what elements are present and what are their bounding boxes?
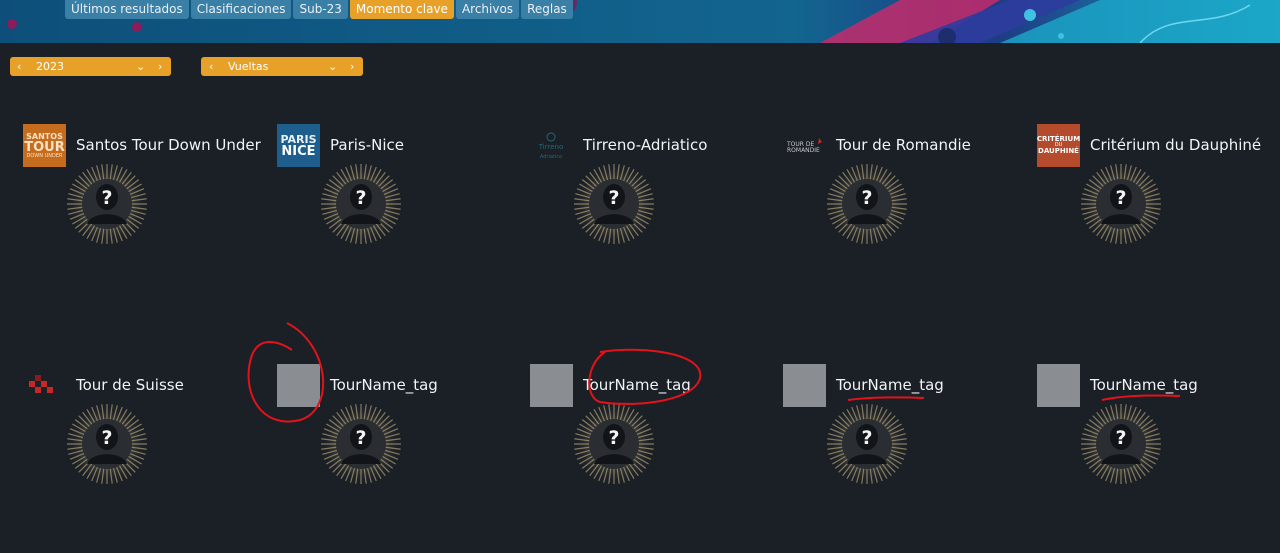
question-mark: ? bbox=[1115, 187, 1126, 209]
svg-text:ROMANDIE: ROMANDIE bbox=[787, 147, 820, 154]
tour-name: TourName_tag bbox=[836, 376, 944, 394]
tab-archivos[interactable]: Archivos bbox=[455, 0, 520, 19]
tour-card[interactable]: CRITÉRIUM DU DAUPHINÉ Critérium du Dauphi… bbox=[1037, 124, 1280, 254]
svg-text:Adriatico: Adriatico bbox=[540, 154, 562, 160]
logo-placeholder bbox=[530, 364, 573, 407]
tab--ltimos-resultados[interactable]: Últimos resultados bbox=[65, 0, 189, 19]
tour-name: Tour de Suisse bbox=[76, 376, 184, 394]
question-mark: ? bbox=[861, 187, 872, 209]
chevron-down-icon[interactable]: ⌄ bbox=[136, 57, 145, 76]
tour-name: TourName_tag bbox=[583, 376, 691, 394]
unknown-rider-icon: ? bbox=[574, 404, 654, 484]
tour-card[interactable]: TourName_tag ? bbox=[1037, 364, 1280, 494]
tour-logo: TOUR DE ROMANDIE bbox=[783, 124, 826, 167]
tour-logo: CRITÉRIUM DU DAUPHINÉ bbox=[1037, 124, 1080, 167]
tab-reglas[interactable]: Reglas bbox=[521, 0, 573, 19]
question-mark: ? bbox=[608, 427, 619, 449]
tour-logo: SANTOS TOUR DOWN UNDER bbox=[23, 124, 66, 167]
tour-name: Santos Tour Down Under bbox=[76, 136, 261, 154]
question-mark: ? bbox=[355, 427, 366, 449]
main-nav-tabs: Últimos resultados Clasificaciones Sub-23 M… bbox=[65, 0, 573, 19]
question-mark: ? bbox=[101, 187, 112, 209]
question-mark: ? bbox=[1115, 427, 1126, 449]
logo-placeholder bbox=[783, 364, 826, 407]
tour-name: TourName_tag bbox=[330, 376, 438, 394]
tour-name: TourName_tag bbox=[1090, 376, 1198, 394]
year-dropdown[interactable]: ‹ 2023 ⌄ › bbox=[10, 57, 171, 76]
question-mark: ? bbox=[861, 427, 872, 449]
unknown-rider-icon: ? bbox=[67, 164, 147, 244]
chevron-down-icon[interactable]: ⌄ bbox=[328, 57, 337, 76]
question-mark: ? bbox=[355, 187, 366, 209]
svg-text:Tirreno: Tirreno bbox=[538, 143, 564, 151]
tab-momento-clave[interactable]: Momento clave bbox=[349, 0, 454, 19]
tour-logo: Tirreno Adriatico bbox=[530, 124, 573, 167]
header-banner: Últimos resultados Clasificaciones Sub-23 M… bbox=[0, 0, 1280, 43]
category-dropdown[interactable]: ‹ Vueltas ⌄ › bbox=[201, 57, 363, 76]
logo-placeholder bbox=[1037, 364, 1080, 407]
tour-card[interactable]: Tour de Suisse ? bbox=[23, 364, 273, 494]
tour-card[interactable]: Tirreno Adriatico Tirreno-Adriatico ? bbox=[530, 124, 780, 254]
unknown-rider-icon: ? bbox=[321, 164, 401, 244]
tour-card[interactable]: TOUR DE ROMANDIE Tour de Romandie ? bbox=[783, 124, 1033, 254]
chevron-left-icon[interactable]: ‹ bbox=[209, 57, 213, 76]
unknown-rider-icon: ? bbox=[827, 404, 907, 484]
chevron-right-icon[interactable]: › bbox=[158, 57, 162, 76]
tour-logo: PARIS NICE bbox=[277, 124, 320, 167]
tour-card[interactable]: SANTOS TOUR DOWN UNDER Santos Tour Down U… bbox=[23, 124, 273, 254]
question-mark: ? bbox=[608, 187, 619, 209]
chevron-left-icon[interactable]: ‹ bbox=[17, 57, 21, 76]
tour-name: Tour de Romandie bbox=[836, 136, 971, 154]
tab-clasificaciones[interactable]: Clasificaciones bbox=[190, 0, 292, 19]
year-value: 2023 bbox=[36, 60, 64, 73]
tour-name: Critérium du Dauphiné bbox=[1090, 136, 1262, 154]
category-value: Vueltas bbox=[228, 60, 269, 73]
unknown-rider-icon: ? bbox=[67, 404, 147, 484]
tour-card[interactable]: TourName_tag ? bbox=[783, 364, 1033, 494]
question-mark: ? bbox=[101, 427, 112, 449]
unknown-rider-icon: ? bbox=[321, 404, 401, 484]
tour-card[interactable]: TourName_tag ? bbox=[530, 364, 780, 494]
tour-card[interactable]: TourName_tag ? bbox=[277, 364, 527, 494]
tour-logo bbox=[23, 364, 66, 407]
tour-name: Tirreno-Adriatico bbox=[583, 136, 708, 154]
unknown-rider-icon: ? bbox=[1081, 164, 1161, 244]
tab-sub-23[interactable]: Sub-23 bbox=[293, 0, 348, 19]
unknown-rider-icon: ? bbox=[574, 164, 654, 244]
tour-card[interactable]: PARIS NICE Paris-Nice ? bbox=[277, 124, 527, 254]
tour-name: Paris-Nice bbox=[330, 136, 404, 154]
unknown-rider-icon: ? bbox=[827, 164, 907, 244]
unknown-rider-icon: ? bbox=[1081, 404, 1161, 484]
logo-placeholder bbox=[277, 364, 320, 407]
chevron-right-icon[interactable]: › bbox=[350, 57, 354, 76]
